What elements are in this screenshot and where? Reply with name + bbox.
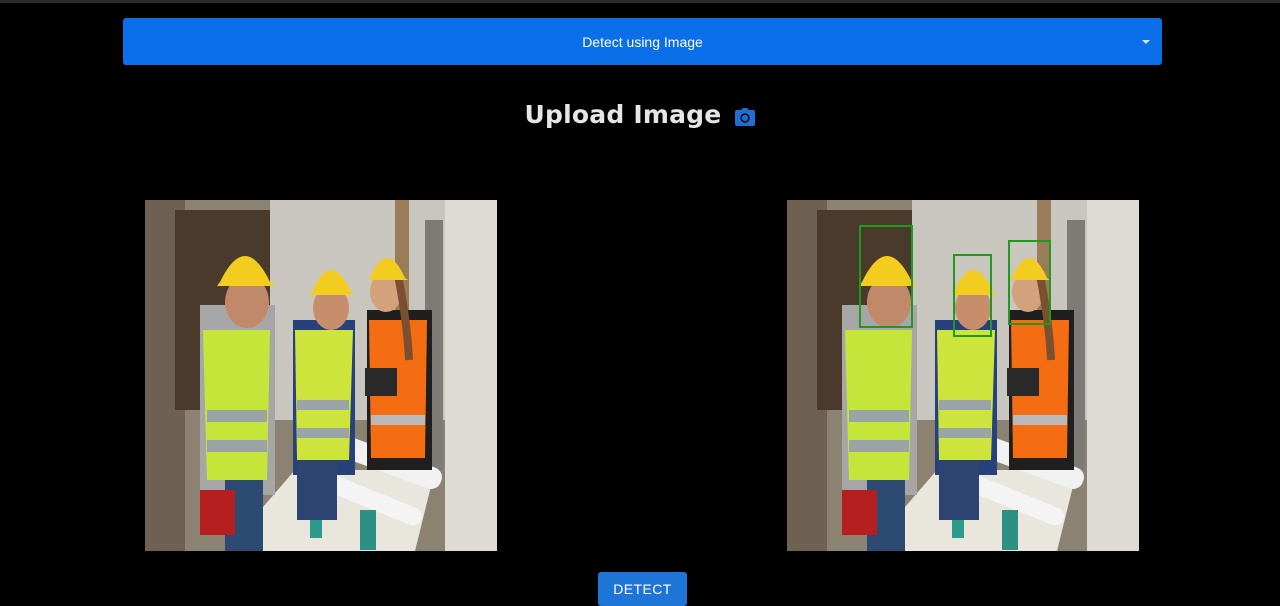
page-title: Upload Image — [524, 100, 722, 129]
detection-result-image — [787, 200, 1139, 551]
detection-box-helmet — [1008, 240, 1051, 325]
uploaded-image — [145, 200, 497, 551]
dropdown-caret-icon[interactable] — [1142, 40, 1150, 44]
window-top-border — [0, 0, 1280, 3]
detection-box-helmet — [859, 225, 913, 328]
upload-heading: Upload Image — [0, 100, 1280, 129]
detection-box-helmet — [953, 254, 992, 337]
detect-button[interactable]: DETECT — [598, 572, 687, 606]
detection-mode-select[interactable]: Detect using Image — [123, 18, 1162, 65]
camera-icon[interactable] — [735, 107, 756, 126]
detection-mode-selected-label: Detect using Image — [582, 33, 703, 50]
